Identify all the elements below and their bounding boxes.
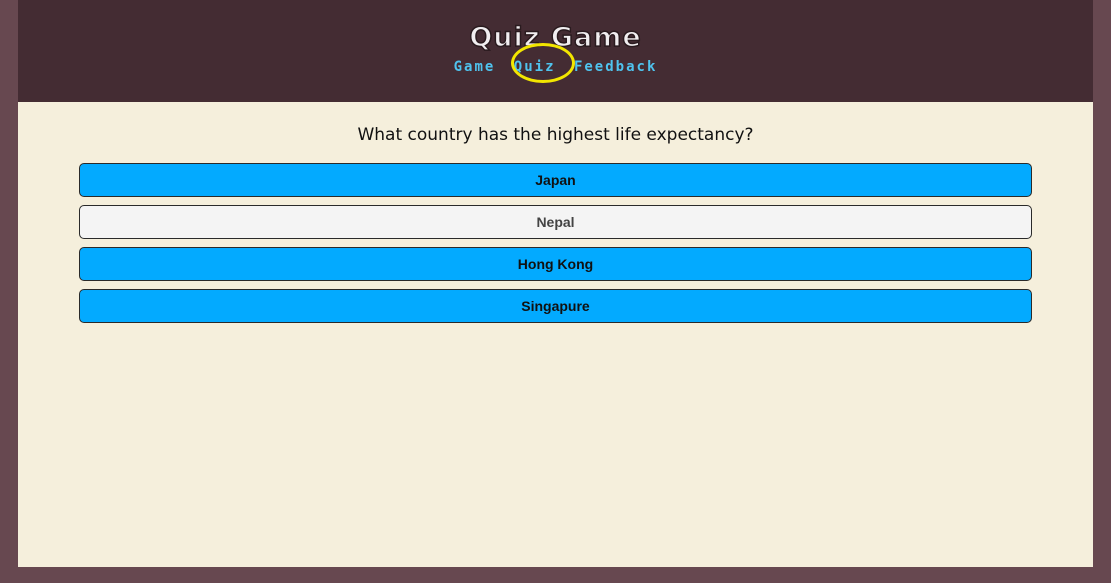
nav-link-feedback[interactable]: Feedback (574, 59, 657, 75)
answer-list: Japan Nepal Hong Kong Singapure (79, 163, 1032, 331)
nav-bar: Game Quiz Feedback (18, 59, 1093, 75)
answer-button-hong-kong[interactable]: Hong Kong (79, 247, 1032, 281)
question-text: What country has the highest life expect… (357, 125, 754, 145)
nav-link-game[interactable]: Game (454, 59, 496, 75)
app-frame: Quiz Game Game Quiz Feedback What countr… (18, 0, 1093, 567)
answer-button-japan[interactable]: Japan (79, 163, 1032, 197)
app-title: Quiz Game (469, 21, 642, 54)
answer-button-singapure[interactable]: Singapure (79, 289, 1032, 323)
header: Quiz Game Game Quiz Feedback (18, 0, 1093, 102)
answer-button-nepal[interactable]: Nepal (79, 205, 1032, 239)
nav-link-quiz[interactable]: Quiz (514, 59, 556, 75)
